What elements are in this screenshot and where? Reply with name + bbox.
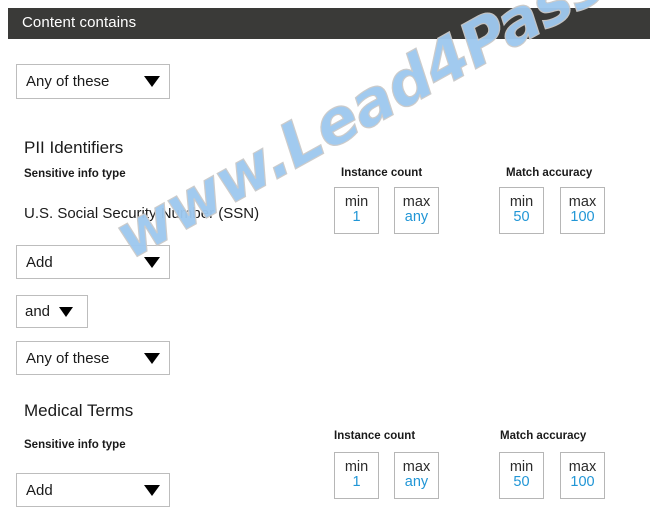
match-accuracy-min-value-medical: 50	[513, 474, 530, 491]
instance-count-max-caption-pii: max	[402, 193, 431, 210]
match-accuracy-min-caption-medical: min	[509, 458, 534, 475]
match-accuracy-max-caption-medical: max	[568, 458, 597, 475]
group-title-pii: PII Identifiers	[24, 138, 124, 157]
condition-operator-dropdown-second[interactable]: Any of these	[16, 341, 170, 375]
instance-count-header-pii: Instance count	[341, 167, 423, 179]
instance-count-max-caption-medical: max	[402, 458, 431, 475]
instance-count-min-caption-medical: min	[344, 458, 369, 475]
content-contains-header-bar: Content contains	[8, 8, 650, 39]
match-accuracy-max-value-pii: 100	[570, 209, 595, 226]
instance-count-max-field-medical[interactable]: max any	[394, 452, 439, 499]
chevron-down-icon	[144, 352, 160, 364]
add-label-medical: Add	[26, 481, 53, 499]
join-operator-label: and	[25, 303, 51, 320]
instance-count-max-value-medical: any	[404, 474, 429, 491]
instance-count-header-medical: Instance count	[334, 430, 416, 442]
instance-count-max-field-pii[interactable]: max any	[394, 187, 439, 234]
match-accuracy-min-field-pii[interactable]: min 50	[499, 187, 544, 234]
page-title: Content contains	[22, 14, 137, 31]
match-accuracy-max-field-medical[interactable]: max 100	[560, 452, 605, 499]
add-sensitive-info-type-dropdown-medical[interactable]: Add	[16, 473, 170, 507]
match-accuracy-min-field-medical[interactable]: min 50	[499, 452, 544, 499]
sensitive-info-type-value-pii: U.S. Social Security Number (SSN)	[24, 205, 260, 222]
match-accuracy-max-value-medical: 100	[570, 474, 595, 491]
condition-operator-label-top: Any of these	[26, 73, 110, 90]
instance-count-min-value-medical: 1	[352, 474, 361, 491]
match-accuracy-min-caption-pii: min	[509, 193, 534, 210]
group-title-medical: Medical Terms	[24, 401, 134, 420]
instance-count-min-value-pii: 1	[352, 209, 361, 226]
chevron-down-icon	[59, 306, 74, 317]
add-label-pii: Add	[26, 253, 53, 271]
match-accuracy-max-field-pii[interactable]: max 100	[560, 187, 605, 234]
match-accuracy-header-medical: Match accuracy	[500, 430, 587, 442]
match-accuracy-max-caption-pii: max	[568, 193, 597, 210]
match-accuracy-min-value-pii: 50	[513, 209, 530, 226]
add-sensitive-info-type-dropdown-pii[interactable]: Add	[16, 245, 170, 279]
sensitive-info-type-label-pii: Sensitive info type	[24, 168, 126, 180]
instance-count-min-field-medical[interactable]: min 1	[334, 452, 379, 499]
join-operator-dropdown[interactable]: and	[16, 295, 88, 328]
sensitive-info-type-label-medical: Sensitive info type	[24, 439, 126, 451]
chevron-down-icon	[144, 484, 160, 496]
instance-count-min-field-pii[interactable]: min 1	[334, 187, 379, 234]
condition-operator-dropdown-top[interactable]: Any of these	[16, 64, 170, 99]
condition-operator-label-second: Any of these	[26, 349, 110, 367]
chevron-down-icon	[144, 76, 160, 87]
instance-count-min-caption-pii: min	[344, 193, 369, 210]
match-accuracy-header-pii: Match accuracy	[506, 167, 593, 179]
instance-count-max-value-pii: any	[404, 209, 429, 226]
chevron-down-icon	[144, 256, 160, 268]
